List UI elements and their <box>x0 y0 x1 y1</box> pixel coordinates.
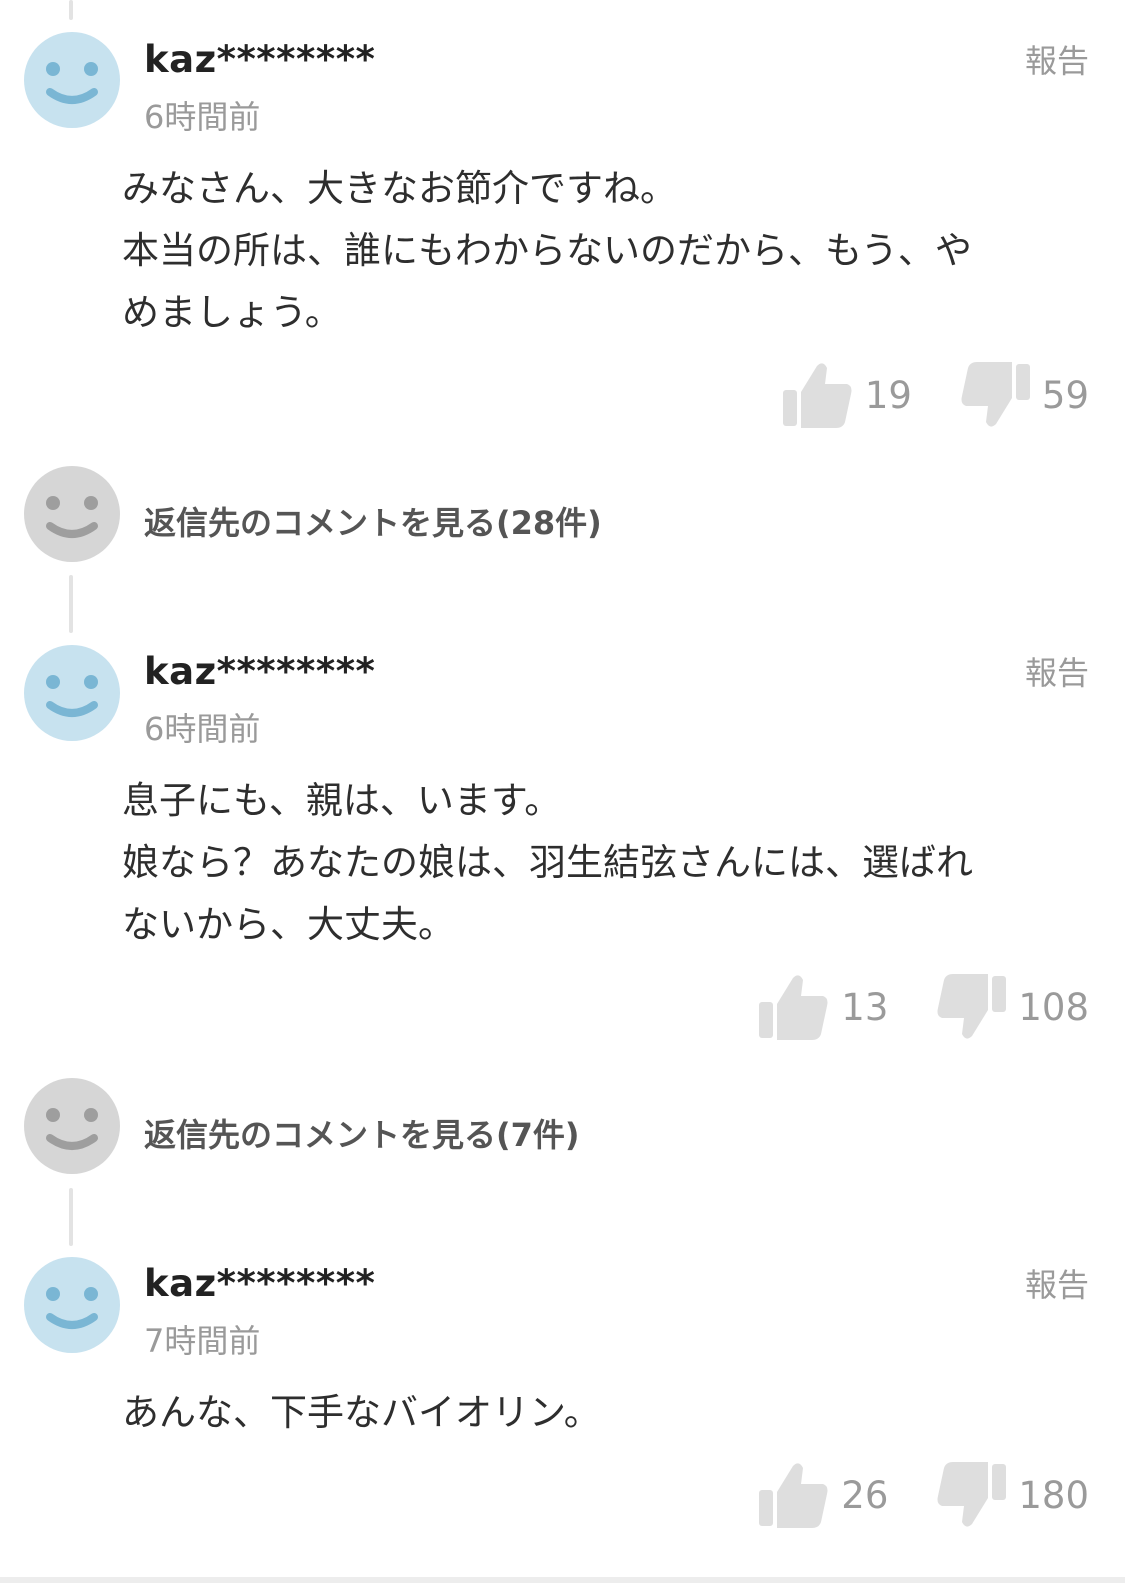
comment-line: 息子にも、親は、います。 <box>122 779 562 822</box>
reply-avatar <box>24 1078 120 1174</box>
comment-body: あんな、下手なバイオリン。 <box>122 1382 1092 1444</box>
comment-line: みなさん、大きなお節介ですね。 <box>122 167 677 210</box>
report-link[interactable]: 報告 <box>1025 1260 1089 1306</box>
dislike-count: 108 <box>1018 985 1089 1029</box>
dislike-button[interactable]: 108 <box>934 972 1089 1042</box>
smiley-face-icon <box>46 675 98 717</box>
thumbs-up-icon <box>759 975 828 1040</box>
thread-line <box>69 575 73 633</box>
dislike-button[interactable]: 59 <box>958 360 1089 430</box>
comment-line: 娘なら？あなたの娘は、羽生結弦さんには、選ばれ <box>122 841 973 884</box>
timestamp: 6時間前 <box>144 710 261 748</box>
view-replies-link[interactable]: 返信先のコメントを見る(28件) <box>144 498 602 544</box>
smiley-face-icon <box>46 496 98 538</box>
thumbs-down-icon <box>937 1462 1007 1527</box>
comment-line: ないから、大丈夫。 <box>122 903 455 946</box>
dislike-count: 180 <box>1018 1473 1089 1517</box>
like-count: 19 <box>864 373 912 417</box>
report-link[interactable]: 報告 <box>1025 36 1089 82</box>
dislike-button[interactable]: 180 <box>934 1460 1089 1530</box>
dislike-count: 59 <box>1041 373 1089 417</box>
smiley-face-icon <box>46 62 98 104</box>
view-replies-link[interactable]: 返信先のコメントを見る(7件) <box>144 1110 580 1156</box>
thread-line <box>69 1188 73 1246</box>
comment-body: みなさん、大きなお節介ですね。 本当の所は、誰にもわからないのだから、もう、や … <box>122 158 1092 344</box>
timestamp: 7時間前 <box>144 1322 261 1360</box>
comment-line: めましょう。 <box>122 291 342 334</box>
like-button[interactable]: 13 <box>757 972 888 1042</box>
thumbs-down-icon <box>961 362 1030 427</box>
thumbs-down-icon <box>937 974 1007 1039</box>
username[interactable]: kaz******** <box>144 650 375 693</box>
user-avatar[interactable] <box>24 645 120 741</box>
vote-bar: 26 180 <box>757 1460 1089 1530</box>
smiley-face-icon <box>46 1287 98 1329</box>
like-count: 13 <box>841 985 889 1029</box>
thumbs-up-icon <box>782 363 852 428</box>
report-link[interactable]: 報告 <box>1025 648 1089 694</box>
username[interactable]: kaz******** <box>144 1262 375 1305</box>
smiley-face-icon <box>46 1108 98 1150</box>
username[interactable]: kaz******** <box>144 38 375 81</box>
thread-line <box>69 0 73 20</box>
like-count: 26 <box>841 1473 889 1517</box>
thumbs-up-icon <box>759 1463 828 1528</box>
timestamp: 6時間前 <box>144 98 261 136</box>
comment-line: あんな、下手なバイオリン。 <box>122 1391 601 1434</box>
reply-avatar <box>24 466 120 562</box>
user-avatar[interactable] <box>24 1257 120 1353</box>
user-avatar[interactable] <box>24 32 120 128</box>
comment-line: 本当の所は、誰にもわからないのだから、もう、や <box>122 229 972 272</box>
like-button[interactable]: 26 <box>757 1460 888 1530</box>
like-button[interactable]: 19 <box>781 360 912 430</box>
divider <box>0 1577 1125 1583</box>
vote-bar: 19 59 <box>781 360 1089 430</box>
vote-bar: 13 108 <box>757 972 1089 1042</box>
comment-body: 息子にも、親は、います。 娘なら？あなたの娘は、羽生結弦さんには、選ばれ ないか… <box>122 770 1092 956</box>
